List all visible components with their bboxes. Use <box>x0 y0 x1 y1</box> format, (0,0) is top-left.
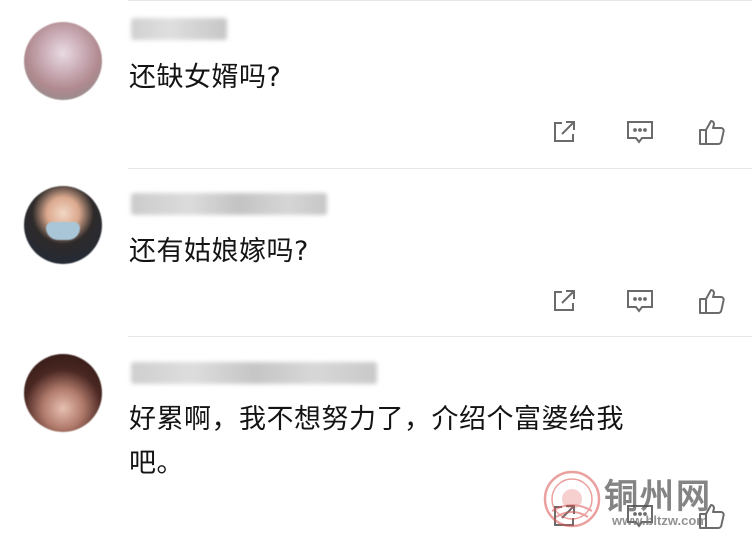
reply-icon <box>624 117 656 147</box>
watermark-name: 铜州网 <box>604 477 712 517</box>
like-icon <box>696 285 728 317</box>
like-button[interactable] <box>692 281 732 321</box>
comment-divider <box>128 336 752 337</box>
username-blurred[interactable] <box>131 362 377 384</box>
username-blurred[interactable] <box>131 193 327 215</box>
share-icon <box>549 286 579 316</box>
comment-divider <box>128 168 752 169</box>
comment-item-2: 还有姑娘嫁吗? <box>0 168 752 336</box>
reply-button[interactable] <box>620 112 660 152</box>
like-icon <box>696 116 728 148</box>
comment-item-1: 还缺女婿吗? <box>0 0 752 168</box>
comment-actions <box>512 112 752 152</box>
watermark-url: www.bltzw.com <box>612 513 708 528</box>
username-blurred[interactable] <box>131 18 227 40</box>
share-button[interactable] <box>544 112 584 152</box>
site-watermark: 铜州网 www.bltzw.com <box>542 469 742 535</box>
comment-divider <box>128 0 752 1</box>
share-icon <box>549 117 579 147</box>
share-button[interactable] <box>544 281 584 321</box>
reply-button[interactable] <box>620 281 660 321</box>
watermark-logo-icon <box>542 469 602 529</box>
avatar[interactable] <box>24 186 102 264</box>
comment-actions <box>512 281 752 321</box>
comment-text: 还有姑娘嫁吗? <box>129 236 309 267</box>
comment-text: 还缺女婿吗? <box>129 62 282 93</box>
avatar[interactable] <box>24 354 102 432</box>
avatar[interactable] <box>24 22 102 100</box>
like-button[interactable] <box>692 112 732 152</box>
reply-icon <box>624 286 656 316</box>
